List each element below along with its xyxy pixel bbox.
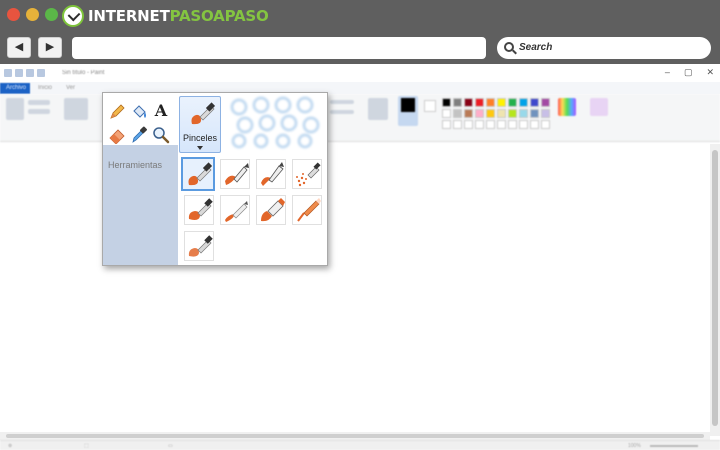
- calligraphy-brush-2-icon: [261, 162, 284, 186]
- status-bar: ⊕ ⬚ ▭ 100%: [0, 440, 720, 450]
- oil-brush-icon: [188, 198, 213, 220]
- copy-button[interactable]: [28, 109, 50, 114]
- save-icon[interactable]: [15, 69, 23, 77]
- window-controls: – ▢ ✕: [665, 67, 714, 78]
- crayon-icon: [225, 201, 248, 222]
- color-picker-icon: [132, 126, 147, 143]
- minimize-button[interactable]: –: [665, 67, 670, 78]
- text-icon: A: [154, 101, 168, 120]
- eraser-icon: [109, 129, 125, 145]
- brush-option-brush[interactable]: [181, 157, 215, 191]
- tools-brushes-popup: A Herramientas Pinceles: [102, 92, 328, 266]
- close-button[interactable]: ✕: [706, 67, 714, 78]
- browser-title-bar: INTERNETPASOAPASO: [0, 0, 720, 32]
- tools-group: A Herramientas: [103, 93, 178, 265]
- site-logo: INTERNETPASOAPASO: [62, 4, 269, 28]
- undo-icon[interactable]: [26, 69, 34, 77]
- zoom-level: 100%: [628, 443, 641, 449]
- outline-dropdown[interactable]: [330, 100, 354, 104]
- paint-app-icon: [4, 69, 12, 77]
- fill-dropdown[interactable]: [330, 110, 354, 114]
- canvas-size: ▭: [168, 443, 173, 449]
- address-bar[interactable]: [72, 37, 486, 59]
- pencil-icon: [110, 104, 125, 119]
- marker-icon: [261, 198, 285, 222]
- zoom-slider[interactable]: [650, 445, 698, 447]
- watercolor-brush-icon: [188, 235, 213, 257]
- tools-group-label: Herramientas: [108, 160, 163, 170]
- brush-option-oil[interactable]: [184, 195, 214, 225]
- clipboard-group[interactable]: [6, 98, 24, 120]
- brush-option-natural-pencil[interactable]: [292, 195, 322, 225]
- color1-swatch: [401, 98, 415, 112]
- eraser-tool[interactable]: [108, 126, 126, 145]
- browser-nav-bar: ◀ ▶ Search: [0, 32, 720, 64]
- tab-file[interactable]: Archivo: [0, 83, 30, 94]
- close-window-button[interactable]: [7, 8, 20, 21]
- logo-check-icon: [62, 5, 84, 27]
- brush-option-airbrush[interactable]: [292, 159, 322, 189]
- color2-swatch[interactable]: [424, 100, 436, 112]
- fill-tool[interactable]: [130, 103, 148, 121]
- pencil-tool[interactable]: [108, 103, 126, 121]
- cut-button[interactable]: [28, 100, 50, 105]
- cursor-position: ⊕: [8, 443, 13, 449]
- chevron-down-icon: [197, 146, 203, 150]
- paint3d-button[interactable]: [590, 98, 608, 116]
- brush-icon: [188, 162, 213, 186]
- search-input[interactable]: Search: [497, 37, 711, 59]
- logo-text-part1: INTERNET: [88, 7, 170, 25]
- quick-access-toolbar: [4, 69, 54, 78]
- brush-icon: [191, 102, 215, 125]
- brush-option-calligraphy-2[interactable]: [256, 159, 286, 189]
- fill-bucket-icon: [133, 105, 146, 118]
- logo-text: INTERNETPASOAPASO: [88, 7, 269, 25]
- screenshot-root: INTERNETPASOAPASO ◀ ▶ Search Sin título …: [0, 0, 720, 450]
- brush-option-watercolor[interactable]: [184, 231, 214, 261]
- paint-window-title: Sin título - Paint: [62, 70, 105, 76]
- vertical-scrollbar[interactable]: [710, 144, 720, 436]
- airbrush-icon: [296, 162, 321, 187]
- horizontal-scroll-thumb[interactable]: [6, 434, 704, 438]
- magnifier-icon: [153, 127, 170, 144]
- brushes-dropdown-button[interactable]: Pinceles: [179, 96, 221, 153]
- minimize-window-button[interactable]: [26, 8, 39, 21]
- color-palette: [442, 98, 550, 129]
- tools-grid: A: [103, 93, 178, 145]
- horizontal-scrollbar[interactable]: [0, 432, 710, 440]
- brush-option-calligraphy-1[interactable]: [220, 159, 250, 189]
- natural-pencil-icon: [297, 198, 321, 222]
- search-placeholder: Search: [519, 42, 553, 53]
- calligraphy-brush-icon: [225, 163, 249, 185]
- selection-size: ⬚: [84, 443, 89, 449]
- edit-colors-button[interactable]: [558, 98, 576, 116]
- color-picker-tool[interactable]: [130, 126, 148, 144]
- select-group[interactable]: [64, 98, 88, 120]
- brushes-grid: [179, 155, 325, 263]
- text-tool[interactable]: A: [152, 102, 170, 120]
- forward-button[interactable]: ▶: [38, 37, 62, 58]
- search-icon: [504, 42, 514, 52]
- brushes-label: Pinceles: [182, 133, 218, 143]
- back-button[interactable]: ◀: [7, 37, 31, 58]
- vertical-scroll-thumb[interactable]: [712, 150, 718, 426]
- paint-title-bar: Sin título - Paint – ▢ ✕: [0, 64, 720, 82]
- tab-home[interactable]: Inicio: [32, 83, 58, 94]
- size-button[interactable]: [368, 98, 388, 120]
- magnifier-tool[interactable]: [152, 126, 170, 144]
- redo-icon[interactable]: [37, 69, 45, 77]
- shapes-gallery-background: [230, 96, 320, 149]
- maximize-window-button[interactable]: [45, 8, 58, 21]
- brush-option-crayon[interactable]: [220, 195, 250, 225]
- logo-text-part2: PASOAPASO: [169, 7, 269, 25]
- brush-option-marker[interactable]: [256, 195, 286, 225]
- tab-view[interactable]: Ver: [60, 83, 81, 94]
- maximize-button[interactable]: ▢: [684, 67, 693, 78]
